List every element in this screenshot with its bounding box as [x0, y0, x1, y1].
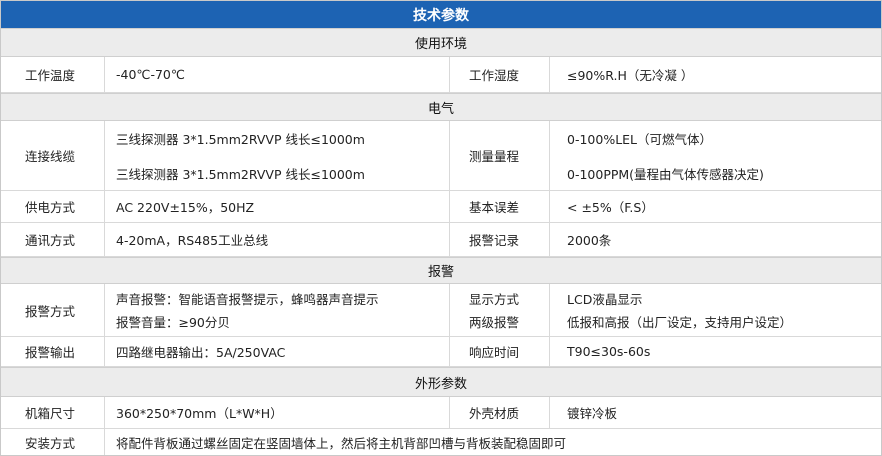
- value-cable-line2: 三线探测器 3*1.5mm2RVVP 线长≤1000m: [116, 166, 365, 182]
- value-alarm-output: 四路继电器输出：5A/250VAC: [116, 345, 286, 360]
- table-row-install: 安装方式 将配件背板通过螺丝固定在竖固墙体上，然后将主机背部凹槽与背板装配稳固即…: [1, 429, 881, 455]
- label-cable: 连接线缆: [25, 149, 76, 164]
- label-work-humidity: 工作湿度: [469, 68, 520, 83]
- label-install: 安装方式: [25, 435, 76, 451]
- value-cable: 三线探测器 3*1.5mm2RVVP 线长≤1000m 三线探测器 3*1.5m…: [104, 121, 449, 190]
- value-comm: 4-20mA，RS485工业总线: [116, 233, 269, 248]
- value-range-line1: 0-100%LEL（可燃气体）: [567, 131, 713, 147]
- table-row-alarm-mode: 报警方式 声音报警：智能语音报警提示，蜂鸣器声音提示 报警音量：≥90分贝 显示…: [1, 284, 881, 337]
- value-range: 0-100%LEL（可燃气体） 0-100PPM(量程由气体传感器决定): [549, 121, 881, 190]
- value-display-mode: LCD液晶显示 低报和高报（出厂设定，支持用户设定）: [549, 284, 881, 336]
- value-shell-material: 镀锌冷板: [567, 406, 618, 421]
- value-work-temp: -40℃-70℃: [116, 67, 185, 82]
- value-power: AC 220V±15%，50HZ: [116, 200, 255, 215]
- label-size: 机箱尺寸: [25, 406, 76, 421]
- value-alarm-mode: 声音报警：智能语音报警提示，蜂鸣器声音提示 报警音量：≥90分贝: [104, 284, 449, 336]
- label-alarm-mode: 报警方式: [25, 303, 76, 319]
- table-row-comm: 通讯方式 4-20mA，RS485工业总线 报警记录 2000条: [1, 223, 881, 257]
- table-row-power: 供电方式 AC 220V±15%，50HZ 基本误差 < ±5%（F.S）: [1, 191, 881, 223]
- value-alarm-mode-line1: 声音报警：智能语音报警提示，蜂鸣器声音提示: [116, 292, 379, 307]
- label-shell-material: 外壳材质: [469, 406, 520, 421]
- section-header-alarm: 报警: [1, 257, 881, 284]
- value-display-mode-line2: 低报和高报（出厂设定，支持用户设定）: [567, 315, 793, 330]
- section-header-appearance: 外形参数: [1, 367, 881, 397]
- table-row-work-temp: 工作温度 -40℃-70℃ 工作湿度 ≤90%R.H（无冷凝 ）: [1, 57, 881, 93]
- label-basic-error: 基本误差: [469, 200, 520, 215]
- section-header-env: 使用环境: [1, 28, 881, 57]
- value-alarm-mode-line2: 报警音量：≥90分贝: [116, 315, 230, 330]
- table-row-size: 机箱尺寸 360*250*70mm（L*W*H） 外壳材质 镀锌冷板: [1, 397, 881, 429]
- table-row-alarm-output: 报警输出 四路继电器输出：5A/250VAC 响应时间 T90≤30s-60s: [1, 337, 881, 367]
- value-alarm-record: 2000条: [567, 233, 612, 248]
- label-response-time: 响应时间: [469, 345, 520, 360]
- value-cable-line1: 三线探测器 3*1.5mm2RVVP 线长≤1000m: [116, 131, 365, 147]
- value-response-time: T90≤30s-60s: [567, 344, 651, 359]
- label-display-mode-line2: 两级报警: [469, 315, 520, 330]
- value-range-line2: 0-100PPM(量程由气体传感器决定): [567, 166, 764, 182]
- label-alarm-record: 报警记录: [469, 233, 520, 248]
- value-install: 将配件背板通过螺丝固定在竖固墙体上，然后将主机背部凹槽与背板装配稳固即可: [116, 435, 567, 451]
- label-work-temp: 工作温度: [25, 68, 76, 83]
- value-display-mode-line1: LCD液晶显示: [567, 292, 643, 307]
- label-comm: 通讯方式: [25, 233, 76, 248]
- value-basic-error: < ±5%（F.S）: [567, 200, 654, 215]
- label-range: 测量量程: [469, 149, 520, 164]
- tech-spec-table: 技术参数 使用环境 工作温度 -40℃-70℃ 工作湿度 ≤90%R.H（无冷凝…: [0, 0, 882, 456]
- label-power: 供电方式: [25, 200, 76, 215]
- table-title: 技术参数: [1, 1, 881, 28]
- label-display-mode: 显示方式 两级报警: [449, 284, 549, 336]
- section-header-electrical: 电气: [1, 93, 881, 121]
- value-size: 360*250*70mm（L*W*H）: [116, 406, 283, 421]
- label-alarm-output: 报警输出: [25, 345, 76, 360]
- value-work-humidity: ≤90%R.H（无冷凝 ）: [567, 68, 694, 83]
- table-row-cable: 连接线缆 三线探测器 3*1.5mm2RVVP 线长≤1000m 三线探测器 3…: [1, 121, 881, 191]
- label-display-mode-line1: 显示方式: [469, 292, 520, 307]
